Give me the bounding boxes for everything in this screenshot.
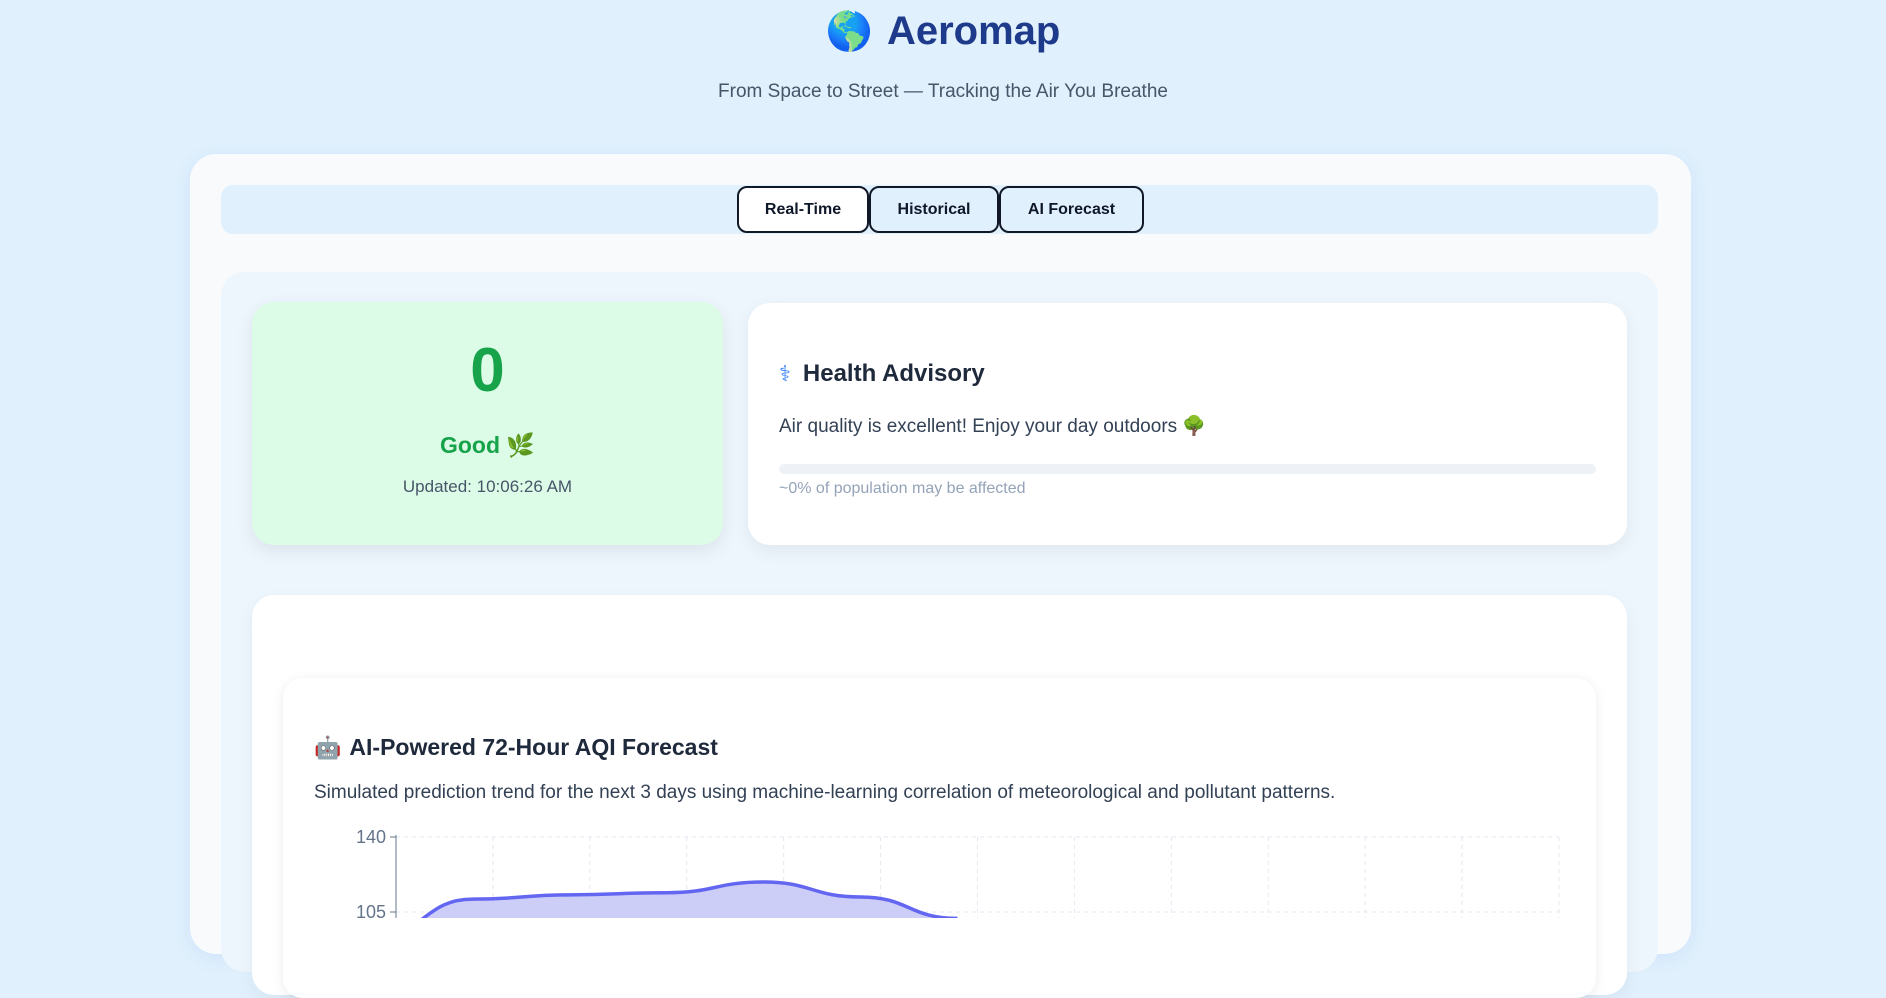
forecast-card: 🤖 AI-Powered 72-Hour AQI Forecast Simulat… xyxy=(283,678,1596,998)
advisory-title: ⚕ Health Advisory xyxy=(779,359,985,389)
aqi-status: Good 🌿 xyxy=(439,432,536,458)
app-title: 🌎 Aeromap xyxy=(0,6,1886,57)
aqi-updated-time: Updated: 10:06:26 AM xyxy=(402,477,573,496)
medical-icon: ⚕ xyxy=(779,361,791,386)
y-tick-label: 105 xyxy=(356,902,386,918)
health-advisory-card: ⚕ Health Advisory Air quality is excellen… xyxy=(748,303,1627,545)
app-title-text: Aeromap xyxy=(886,9,1061,53)
aqi-value: 0 xyxy=(470,336,505,405)
y-tick-label: 140 xyxy=(356,827,386,847)
globe-icon: 🌎 xyxy=(825,11,873,53)
aqi-card: 0 Good 🌿 Updated: 10:06:26 AM xyxy=(252,302,723,545)
advisory-message: Air quality is excellent! Enjoy your day… xyxy=(779,416,1207,437)
tab-ai-forecast[interactable]: AI Forecast xyxy=(999,186,1144,233)
app-subtitle: From Space to Street — Tracking the Air … xyxy=(718,81,1168,102)
tab-historical[interactable]: Historical xyxy=(869,186,999,233)
forecast-chart: 140 105 xyxy=(356,827,1560,918)
tab-real-time[interactable]: Real-Time xyxy=(737,186,869,233)
population-caption: ~0% of population may be affected xyxy=(779,480,1026,497)
population-progress-bar xyxy=(779,464,1596,474)
advisory-title-text: Health Advisory xyxy=(802,360,985,387)
